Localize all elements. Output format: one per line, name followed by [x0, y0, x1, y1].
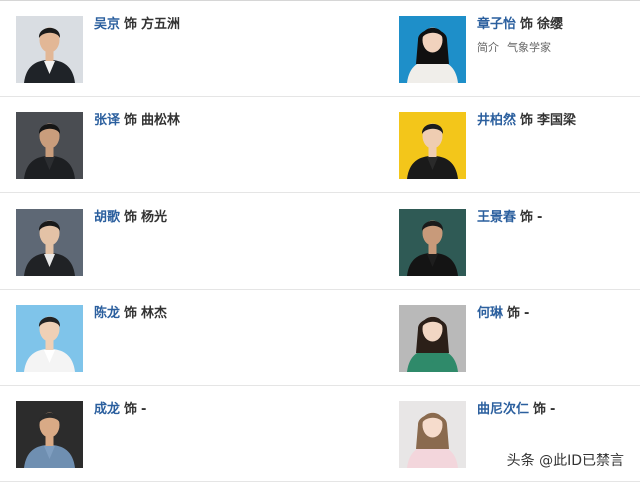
actor-name-link[interactable]: 井柏然	[477, 113, 516, 128]
cast-name-line: 陈龙饰林杰	[94, 305, 167, 323]
actor-photo-icon[interactable]	[16, 209, 83, 276]
role-name: 林杰	[141, 306, 168, 321]
role-name: 杨光	[141, 210, 168, 225]
actor-name-link[interactable]: 曲尼次仁	[477, 402, 529, 417]
cast-name-line: 曲尼次仁饰 -	[477, 401, 555, 419]
cast-name-line: 胡歌饰杨光	[94, 209, 167, 227]
cast-name-line: 成龙饰 -	[94, 401, 146, 419]
actor-photo-icon[interactable]	[16, 401, 83, 468]
actor-photo-icon[interactable]	[399, 16, 466, 83]
role-name: -	[537, 210, 543, 225]
cast-row: 张译饰曲松林 井柏然饰李国梁	[0, 96, 640, 193]
as-label: 饰	[124, 306, 138, 321]
role-name: 徐缨	[537, 17, 564, 32]
actor-name-link[interactable]: 胡歌	[94, 210, 120, 225]
cast-name-line: 吴京饰方五洲	[94, 16, 180, 34]
actor-photo-icon[interactable]	[399, 112, 466, 179]
cast-member-card: 曲尼次仁饰 -	[399, 401, 640, 497]
as-label: 饰	[533, 402, 547, 417]
as-label: 饰	[520, 17, 534, 32]
actor-photo-icon[interactable]	[399, 209, 466, 276]
role-name: -	[524, 306, 530, 321]
actor-name-link[interactable]: 成龙	[94, 402, 120, 417]
as-label: 饰	[520, 210, 534, 225]
cast-name-line: 章子怡饰徐缨	[477, 16, 563, 34]
role-name: 曲松林	[141, 113, 181, 128]
role-name: -	[141, 402, 147, 417]
role-name: 方五洲	[141, 17, 181, 32]
actor-name-link[interactable]: 王景春	[477, 210, 516, 225]
actor-name-link[interactable]: 陈龙	[94, 306, 120, 321]
as-label: 饰	[124, 17, 138, 32]
as-label: 饰	[124, 113, 138, 128]
cast-row: 胡歌饰杨光 王景春饰 -	[0, 193, 640, 290]
actor-name-link[interactable]: 章子怡	[477, 17, 516, 32]
role-description-text: 气象学家	[507, 41, 551, 54]
actor-name-link[interactable]: 何琳	[477, 306, 503, 321]
role-description: 简介 气象学家	[477, 39, 551, 55]
cast-name-line: 井柏然饰李国梁	[477, 112, 576, 130]
role-name: -	[550, 402, 556, 417]
cast-row: 陈龙饰林杰 何琳饰 -	[0, 289, 640, 386]
cast-name-line: 张译饰曲松林	[94, 112, 180, 130]
as-label: 饰	[507, 306, 521, 321]
actor-photo-icon[interactable]	[16, 16, 83, 83]
cast-name-line: 王景春饰 -	[477, 209, 542, 227]
cast-row: 吴京饰方五洲 章子怡饰徐缨 简介 气象学家	[0, 0, 640, 97]
actor-photo-icon[interactable]	[399, 401, 466, 468]
watermark-text: 头条 @此ID已禁言	[506, 453, 624, 469]
actor-photo-icon[interactable]	[16, 112, 83, 179]
role-description-text: 简介	[477, 41, 499, 54]
cast-name-line: 何琳饰 -	[477, 305, 529, 323]
actor-name-link[interactable]: 张译	[94, 113, 120, 128]
as-label: 饰	[520, 113, 534, 128]
role-name: 李国梁	[537, 113, 577, 128]
actor-photo-icon[interactable]	[399, 305, 466, 372]
as-label: 饰	[124, 402, 138, 417]
actor-name-link[interactable]: 吴京	[94, 17, 120, 32]
cast-member-card: 成龙饰 -	[16, 401, 316, 497]
actor-photo-icon[interactable]	[16, 305, 83, 372]
as-label: 饰	[124, 210, 138, 225]
